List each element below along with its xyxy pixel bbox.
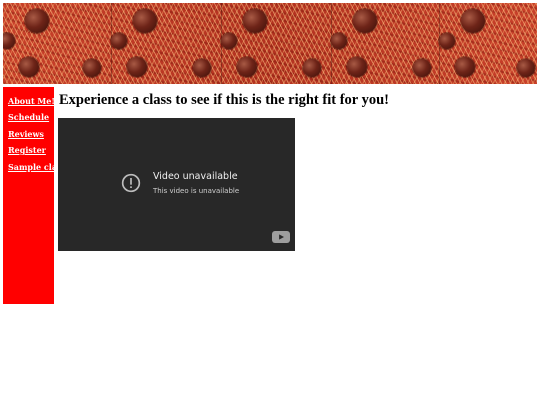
sidebar-link-schedule[interactable]: Schedule (8, 112, 49, 122)
sidebar-link-about-me[interactable]: About Me! (8, 96, 55, 106)
meatball (111, 33, 127, 49)
banner-image (3, 3, 537, 84)
meatball (83, 59, 101, 77)
sidebar-link-reviews[interactable]: Reviews (8, 129, 44, 139)
meatball (193, 59, 211, 77)
meatball (237, 57, 257, 77)
meatball (3, 33, 15, 49)
video-player[interactable]: Video unavailable This video is unavaila… (58, 118, 295, 251)
video-unavailable-title: Video unavailable (153, 171, 238, 182)
meatball (331, 33, 347, 49)
alert-circle-icon (121, 173, 141, 193)
meatball (517, 59, 535, 77)
meatball (127, 57, 147, 77)
meatball (455, 57, 475, 77)
video-unavailable-message: This video is unavailable (153, 187, 240, 195)
sidebar-link-register[interactable]: Register (8, 145, 46, 155)
meatball (347, 57, 367, 77)
meatball (413, 59, 431, 77)
meatball (243, 9, 267, 33)
meatball (353, 9, 377, 33)
youtube-logo-icon[interactable] (272, 231, 290, 243)
meatball (133, 9, 157, 33)
sidebar-nav: About Me! Schedule Reviews Register Samp… (3, 87, 66, 304)
page-heading: Experience a class to see if this is the… (59, 92, 389, 108)
meatball (19, 57, 39, 77)
meatball (303, 59, 321, 77)
meatball (221, 33, 237, 49)
meatball (461, 9, 485, 33)
meatball (25, 9, 49, 33)
meatball (439, 33, 455, 49)
